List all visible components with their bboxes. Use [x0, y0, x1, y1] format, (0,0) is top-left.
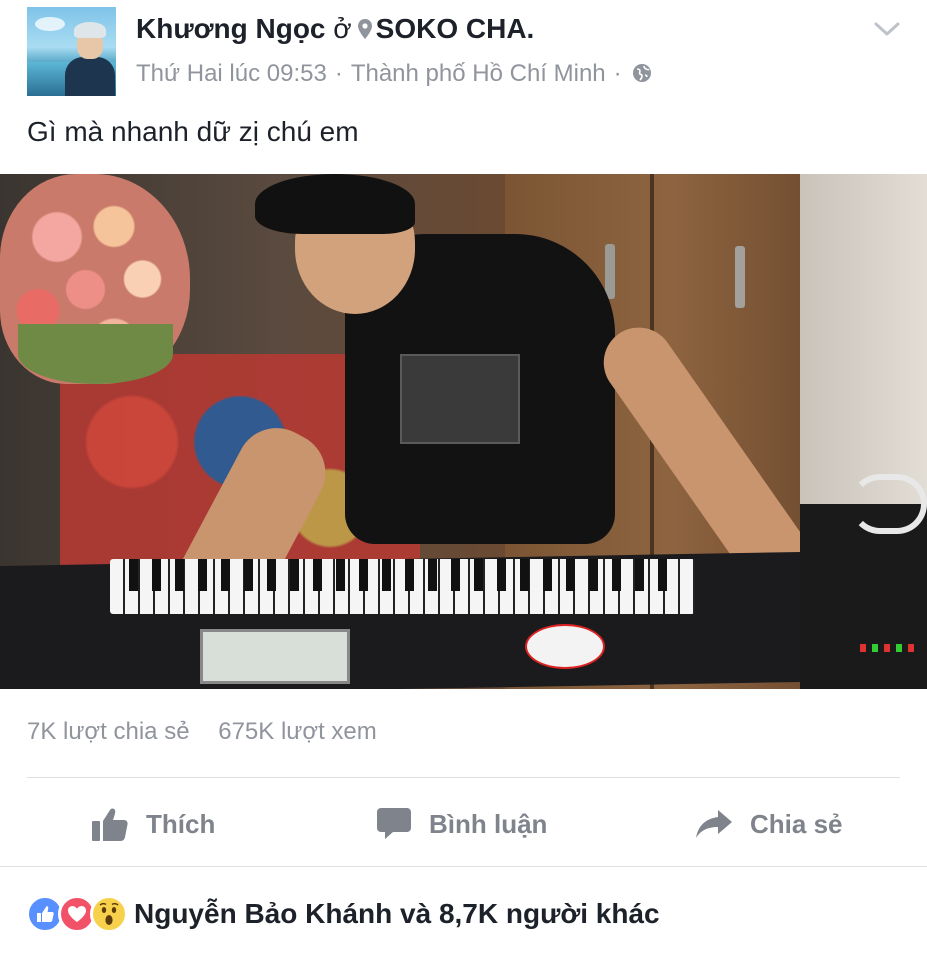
- view-count: 675K lượt xem: [218, 718, 377, 745]
- globe-icon: [632, 64, 651, 82]
- location-name[interactable]: SOKO CHA.: [376, 13, 535, 44]
- author-line: Khương Ngọc ở SOKO CHA.: [136, 12, 534, 46]
- divider: [0, 866, 927, 867]
- share-button[interactable]: Chia sẻ: [696, 798, 843, 850]
- chevron-down-icon[interactable]: [872, 16, 902, 42]
- reactions-summary[interactable]: Nguyễn Bảo Khánh và 8,7K người khác: [26, 893, 660, 935]
- at-word: ở: [333, 13, 352, 44]
- comment-button[interactable]: Bình luận: [377, 798, 547, 850]
- post-meta: Thứ Hai lúc 09:53 · Thành phố Hồ Chí Minh ·: [136, 58, 652, 90]
- comment-label: Bình luận: [429, 808, 548, 839]
- post-stats: 7K lượt chia sẻ 675K lượt xem: [27, 716, 377, 748]
- share-label: Chia sẻ: [750, 808, 843, 839]
- meta-separator: ·: [334, 60, 343, 87]
- share-count[interactable]: 7K lượt chia sẻ: [27, 718, 190, 745]
- share-arrow-icon: [696, 810, 732, 838]
- post-city[interactable]: Thành phố Hồ Chí Minh: [351, 60, 606, 87]
- author-name[interactable]: Khương Ngọc: [136, 13, 326, 44]
- meta-separator: ·: [613, 60, 622, 87]
- like-button[interactable]: Thích: [92, 798, 215, 850]
- author-avatar[interactable]: [27, 7, 116, 96]
- post-text: Gì mà nhanh dữ zị chú em: [27, 116, 359, 147]
- reactions-text: Nguyễn Bảo Khánh và 8,7K người khác: [134, 898, 660, 929]
- wow-icon: [90, 895, 128, 933]
- post-timestamp[interactable]: Thứ Hai lúc 09:53: [136, 60, 327, 87]
- post-header: Khương Ngọc ở SOKO CHA. Thứ Hai lúc 09:5…: [0, 0, 927, 110]
- video-player[interactable]: [0, 174, 927, 689]
- comment-bubble-icon: [377, 808, 411, 839]
- thumbs-up-icon: [92, 808, 128, 841]
- like-label: Thích: [146, 808, 216, 839]
- divider: [27, 777, 900, 778]
- location-pin-icon: [357, 19, 372, 39]
